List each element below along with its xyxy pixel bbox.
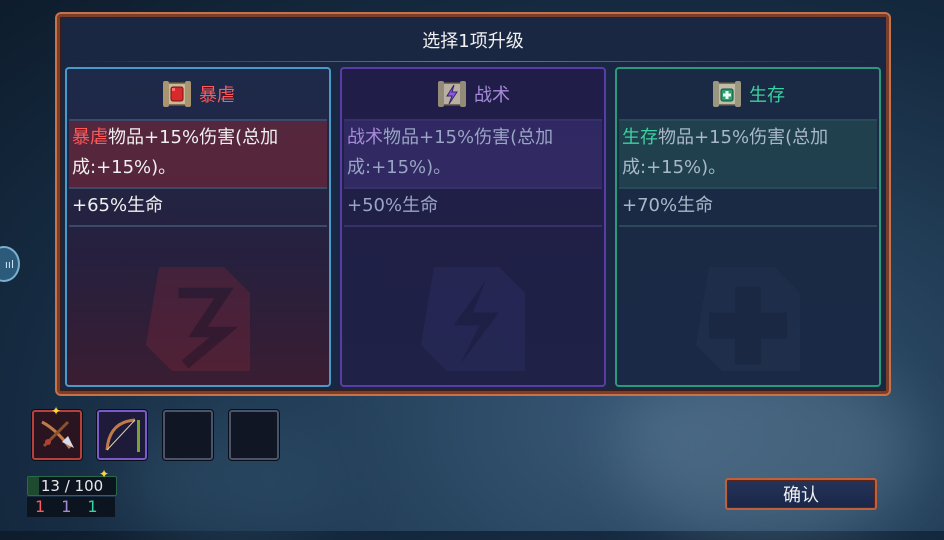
- card-header: 暴虐: [67, 69, 329, 119]
- card-title: 战术: [474, 85, 510, 106]
- card-title: 暴虐: [199, 85, 235, 106]
- card-keyword: 生存: [622, 127, 658, 148]
- upgrade-dialog: 选择1项升级 暴虐 暴虐物品+15%伤害(总加成:+15%)。 +65%生命 战…: [57, 14, 889, 394]
- card-bonus-damage: 生存物品+15%伤害(总加成:+15%)。: [619, 119, 877, 189]
- card-header: 战术: [342, 69, 604, 119]
- upgrade-card-tactics[interactable]: 战术 战术物品+15%伤害(总加成:+15%)。 +50%生命: [340, 67, 606, 387]
- green-scroll-cross-icon: [711, 79, 743, 109]
- slot-1-star-icon: ✦: [51, 404, 62, 418]
- scroll-stats: 1 1 1: [27, 497, 115, 517]
- stat-tactics: 1: [61, 497, 72, 516]
- confirm-button[interactable]: 确认: [725, 478, 877, 510]
- dialog-title: 选择1项升级: [422, 31, 524, 52]
- counter-current: 13: [40, 477, 60, 495]
- crossbow-item-icon: [41, 420, 74, 449]
- inventory-slot-3[interactable]: [163, 410, 213, 460]
- cross-watermark-icon: [696, 267, 800, 371]
- title-divider: [68, 61, 878, 62]
- card-title: 生存: [749, 85, 785, 106]
- card-bonus-health: +70%生命: [619, 189, 877, 227]
- side-badge-label: ııl: [4, 257, 14, 271]
- upgrade-card-brutality[interactable]: 暴虐 暴虐物品+15%伤害(总加成:+15%)。 +65%生命: [65, 67, 331, 387]
- inventory-slot-2[interactable]: [97, 410, 147, 460]
- counter-separator: /: [64, 477, 70, 495]
- lightning-watermark-icon: [421, 267, 525, 371]
- card-keyword: 战术: [347, 127, 383, 148]
- card-header: 生存: [617, 69, 879, 119]
- counter-star-icon: ✦: [99, 467, 110, 481]
- red-scroll-fist-icon: [161, 79, 193, 109]
- capacity-fill: [28, 477, 40, 495]
- stat-survival: 1: [87, 497, 98, 516]
- upgrade-card-survival[interactable]: 生存 生存物品+15%伤害(总加成:+15%)。 +70%生命: [615, 67, 881, 387]
- card-health-text: +65%生命: [72, 195, 164, 216]
- purple-scroll-lightning-icon: [436, 79, 468, 109]
- card-bonus-health: +65%生命: [69, 189, 327, 227]
- card-bonus-damage: 暴虐物品+15%伤害(总加成:+15%)。: [69, 119, 327, 189]
- card-bonus-damage: 战术物品+15%伤害(总加成:+15%)。: [344, 119, 602, 189]
- card-keyword: 暴虐: [72, 127, 108, 148]
- card-bonus-health: +50%生命: [344, 189, 602, 227]
- fist-watermark-icon: [146, 267, 250, 371]
- bow-item-icon: [105, 418, 140, 452]
- side-menu-badge[interactable]: ııl: [0, 246, 20, 282]
- inventory-slot-4[interactable]: [229, 410, 279, 460]
- card-health-text: +50%生命: [347, 195, 439, 216]
- stat-brutality: 1: [35, 497, 46, 516]
- card-health-text: +70%生命: [622, 195, 714, 216]
